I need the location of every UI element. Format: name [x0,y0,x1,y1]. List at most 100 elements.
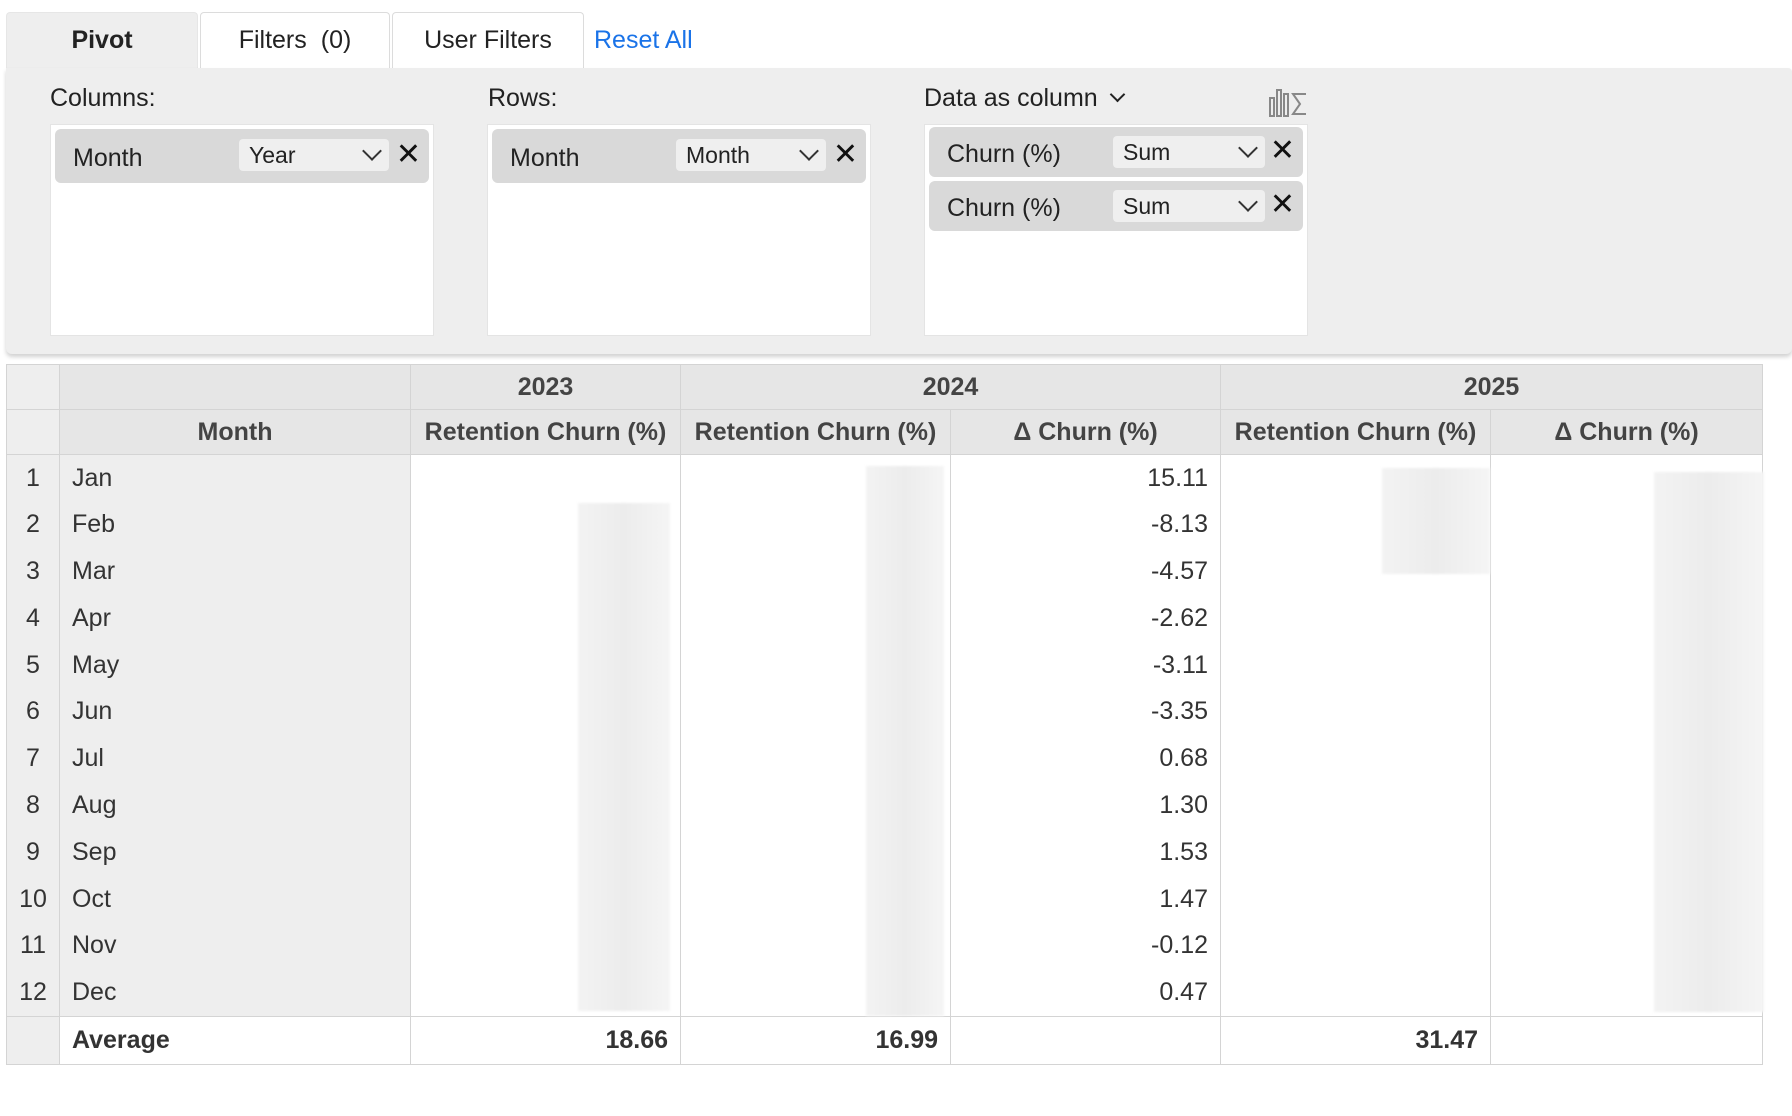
chip-label: Month [73,144,143,172]
delta-2024-cell: -0.12 [950,922,1221,970]
column-chip-month[interactable]: Month Year ✕ [55,129,429,183]
year-header-spacer [59,364,411,410]
chevron-down-icon [1238,138,1258,158]
delta-2024-cell: 0.47 [950,969,1221,1017]
retention-2025-cell [1220,875,1491,923]
year-header-2024[interactable]: 2024 [680,364,1221,410]
redacted-region [1382,468,1490,574]
average-retention-2024: 16.99 [680,1015,951,1065]
tab-pivot[interactable]: Pivot [6,12,198,68]
retention-2023-cell [410,454,681,502]
year-header-2023[interactable]: 2023 [410,364,681,410]
pivot-config-panel: Columns: Month Year ✕ Rows: Month Month … [6,68,1792,354]
delta-2024-cell: -8.13 [950,501,1221,549]
delta-2024-cell: 1.30 [950,782,1221,829]
data-as-column-dropdown[interactable]: Data as column [924,84,1125,113]
corner-cell [6,1015,60,1065]
row-number: 5 [6,641,60,689]
row-number: 4 [6,594,60,642]
retention-2025-cell [1220,641,1491,689]
redacted-region [578,503,670,1011]
corner-cell [6,364,60,410]
average-delta-2025 [1490,1015,1763,1065]
month-cell: Nov [59,922,411,970]
corner-cell [6,409,60,455]
month-cell: Jan [59,454,411,502]
aggregation-select[interactable]: Sum [1113,136,1265,168]
month-cell: May [59,641,411,689]
tab-filters-label: Filters [238,26,307,54]
row-number: 10 [6,875,60,923]
retention-2025-cell [1220,735,1491,783]
aggregation-select[interactable]: Month [676,139,826,171]
retention-2025-cell [1220,922,1491,970]
row-number: 3 [6,548,60,595]
row-number: 12 [6,969,60,1017]
tab-filters[interactable]: Filters (0) [200,12,390,68]
remove-chip-icon[interactable]: ✕ [833,139,858,171]
month-cell: Jun [59,688,411,736]
col-header-retention-2023[interactable]: Retention Churn (%) [410,409,681,455]
row-number: 2 [6,501,60,549]
delta-2024-cell: -3.35 [950,688,1221,736]
delta-2024-cell: 1.47 [950,875,1221,923]
redacted-region [866,466,944,1016]
remove-chip-icon[interactable]: ✕ [396,139,421,171]
col-header-retention-2024[interactable]: Retention Churn (%) [680,409,951,455]
tab-bar: Pivot Filters (0) User Filters Reset All [6,12,693,68]
month-cell: Dec [59,969,411,1017]
chip-label: Churn (%) [947,140,1061,168]
year-header-2025[interactable]: 2025 [1220,364,1763,410]
col-header-retention-2025[interactable]: Retention Churn (%) [1220,409,1491,455]
tab-user-filters[interactable]: User Filters [392,12,584,68]
tab-pivot-label: Pivot [71,26,133,54]
data-chip-churn-2[interactable]: Churn (%) Sum ✕ [929,181,1303,231]
rows-label: Rows: [488,84,558,112]
data-chip-churn-1[interactable]: Churn (%) Sum ✕ [929,127,1303,177]
delta-2024-cell: -3.11 [950,641,1221,689]
tab-user-filters-label: User Filters [424,26,552,54]
month-cell: Mar [59,548,411,595]
average-retention-2023: 18.66 [410,1015,681,1065]
columns-dropzone[interactable]: Month Year ✕ [50,124,434,336]
chevron-down-icon [1238,192,1258,212]
aggregation-value: Sum [1123,139,1171,165]
bars-sigma-icon[interactable] [1268,84,1308,118]
remove-chip-icon[interactable]: ✕ [1270,189,1295,221]
average-retention-2025: 31.47 [1220,1015,1491,1065]
data-dropzone[interactable]: Churn (%) Sum ✕ Churn (%) Sum ✕ [924,124,1308,336]
rows-dropzone[interactable]: Month Month ✕ [487,124,871,336]
average-row: Average 18.66 16.99 31.47 [6,1015,1763,1065]
month-cell: Oct [59,875,411,923]
delta-2024-cell: -2.62 [950,594,1221,642]
month-cell: Feb [59,501,411,549]
row-number: 11 [6,922,60,970]
average-delta-2024 [950,1015,1221,1065]
aggregation-value: Year [249,142,296,168]
row-number: 1 [6,454,60,502]
redacted-region [1654,472,1764,1012]
retention-2025-cell [1220,594,1491,642]
col-header-delta-2024[interactable]: Δ Churn (%) [950,409,1221,455]
chip-label: Month [510,144,580,172]
average-label: Average [59,1015,411,1065]
month-cell: Jul [59,735,411,783]
aggregation-value: Month [686,142,750,168]
row-number: 6 [6,688,60,736]
row-chip-month[interactable]: Month Month ✕ [492,129,866,183]
delta-2024-cell: 0.68 [950,735,1221,783]
chevron-down-icon [1109,86,1125,103]
remove-chip-icon[interactable]: ✕ [1270,135,1295,167]
col-header-delta-2025[interactable]: Δ Churn (%) [1490,409,1763,455]
delta-2024-cell: 1.53 [950,828,1221,876]
month-column-header[interactable]: Month [59,409,411,455]
aggregation-select[interactable]: Sum [1113,190,1265,222]
row-number: 8 [6,782,60,829]
retention-2025-cell [1220,688,1491,736]
row-number: 9 [6,828,60,876]
delta-2024-cell: -4.57 [950,548,1221,595]
aggregation-value: Sum [1123,193,1171,219]
chevron-down-icon [362,141,382,161]
aggregation-select[interactable]: Year [239,139,389,171]
reset-all-link[interactable]: Reset All [594,12,693,68]
